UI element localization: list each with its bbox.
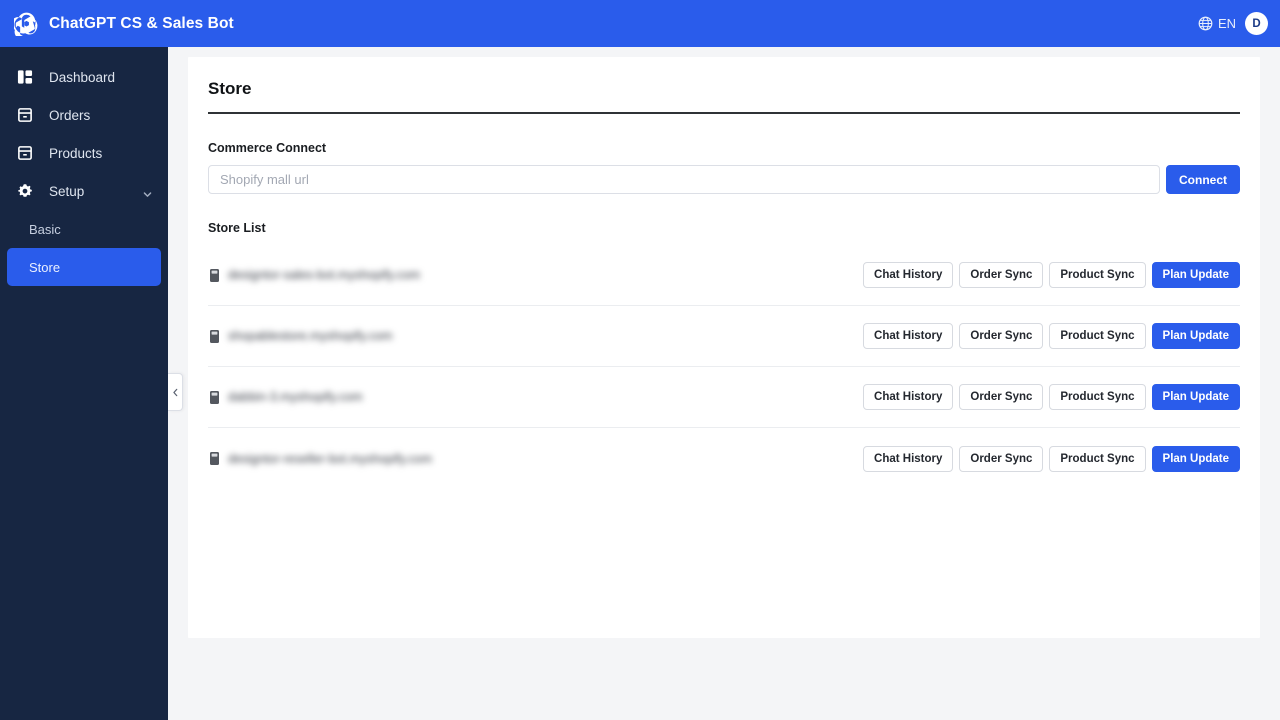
chat-history-button[interactable]: Chat History xyxy=(863,384,954,410)
order-sync-button[interactable]: Order Sync xyxy=(959,384,1044,410)
language-switcher[interactable]: EN xyxy=(1198,16,1236,31)
sidebar-item-label: Setup xyxy=(49,183,85,199)
sidebar-item-dashboard[interactable]: Dashboard xyxy=(0,58,168,96)
header-right: EN D xyxy=(1198,12,1268,35)
row-actions: Chat History Order Sync Product Sync Pla… xyxy=(863,262,1240,288)
store-list-label: Store List xyxy=(208,221,266,235)
store-identity: designtor-sales-bot.myshopify.com xyxy=(208,268,420,283)
row-actions: Chat History Order Sync Product Sync Pla… xyxy=(863,445,1240,472)
store-favicon-icon xyxy=(208,329,221,344)
app-header: ChatGPT CS & Sales Bot EN D xyxy=(0,0,1280,47)
sidebar-item-label: Products xyxy=(49,145,103,161)
brand[interactable]: ChatGPT CS & Sales Bot xyxy=(11,11,234,40)
plan-update-button[interactable]: Plan Update xyxy=(1151,323,1240,349)
store-favicon-icon xyxy=(208,268,221,283)
store-url: designtor-reseller-bot.myshopify.com xyxy=(228,451,433,466)
sidebar-item-basic[interactable]: Basic xyxy=(7,210,161,248)
avatar[interactable]: D xyxy=(1245,12,1268,35)
sidebar-item-label: Dashboard xyxy=(49,69,116,85)
connect-button[interactable]: Connect xyxy=(1166,165,1240,194)
brand-title: ChatGPT CS & Sales Bot xyxy=(49,14,234,32)
order-sync-button[interactable]: Order Sync xyxy=(959,262,1044,288)
store-identity: shopablestore.myshopify.com xyxy=(208,329,392,344)
plan-update-button[interactable]: Plan Update xyxy=(1151,384,1240,410)
gear-icon xyxy=(16,183,33,200)
products-box-icon xyxy=(16,145,33,162)
table-row: dabbin-3.myshopify.com Chat History Orde… xyxy=(208,367,1240,428)
store-card: Store Commerce Connect Connect Store Lis… xyxy=(188,57,1260,638)
order-sync-button[interactable]: Order Sync xyxy=(959,323,1044,349)
sidebar-collapse-toggle[interactable] xyxy=(168,373,183,411)
product-sync-button[interactable]: Product Sync xyxy=(1049,323,1146,349)
chevron-left-icon xyxy=(172,388,179,397)
sidebar-subitem-label: Basic xyxy=(29,221,61,237)
product-sync-button[interactable]: Product Sync xyxy=(1049,445,1146,472)
sidebar-item-label: Orders xyxy=(49,107,91,123)
page-title: Store xyxy=(208,57,1240,114)
main-content: Store Commerce Connect Connect Store Lis… xyxy=(168,47,1280,720)
product-sync-button[interactable]: Product Sync xyxy=(1049,384,1146,410)
store-identity: dabbin-3.myshopify.com xyxy=(208,390,363,405)
plan-update-button[interactable]: Plan Update xyxy=(1151,445,1240,472)
store-favicon-icon xyxy=(208,390,221,405)
order-sync-button[interactable]: Order Sync xyxy=(959,445,1044,472)
dashboard-grid-icon xyxy=(16,69,33,86)
table-row: designtor-reseller-bot.myshopify.com Cha… xyxy=(208,428,1240,489)
plan-update-button[interactable]: Plan Update xyxy=(1151,262,1240,288)
store-list: designtor-sales-bot.myshopify.com Chat H… xyxy=(208,245,1240,489)
store-identity: designtor-reseller-bot.myshopify.com xyxy=(208,451,432,466)
store-url: designtor-sales-bot.myshopify.com xyxy=(228,268,421,282)
sidebar-item-setup[interactable]: Setup xyxy=(0,172,168,210)
store-url: shopablestore.myshopify.com xyxy=(228,329,393,343)
product-sync-button[interactable]: Product Sync xyxy=(1049,262,1146,288)
chat-history-button[interactable]: Chat History xyxy=(863,323,954,349)
chat-history-button[interactable]: Chat History xyxy=(863,445,954,472)
orders-box-icon xyxy=(16,107,33,124)
openai-swirl-icon xyxy=(11,11,39,40)
sidebar-item-orders[interactable]: Orders xyxy=(0,96,168,134)
sidebar: Dashboard Orders Products Setup Basic St… xyxy=(0,47,168,720)
chevron-down-icon xyxy=(143,187,152,197)
row-actions: Chat History Order Sync Product Sync Pla… xyxy=(863,323,1240,349)
table-row: designtor-sales-bot.myshopify.com Chat H… xyxy=(208,245,1240,306)
table-row: shopablestore.myshopify.com Chat History… xyxy=(208,306,1240,367)
sidebar-subitem-label: Store xyxy=(29,259,61,275)
mall-url-input[interactable] xyxy=(208,165,1160,194)
sidebar-item-products[interactable]: Products xyxy=(0,134,168,172)
chat-history-button[interactable]: Chat History xyxy=(863,262,954,288)
store-url: dabbin-3.myshopify.com xyxy=(228,390,363,404)
language-label: EN xyxy=(1217,16,1236,31)
commerce-connect-row: Connect xyxy=(208,165,1240,194)
sidebar-item-store[interactable]: Store xyxy=(7,248,161,286)
globe-icon xyxy=(1198,16,1213,31)
commerce-connect-label: Commerce Connect xyxy=(208,141,327,155)
row-actions: Chat History Order Sync Product Sync Pla… xyxy=(863,384,1240,410)
store-favicon-icon xyxy=(208,451,221,466)
